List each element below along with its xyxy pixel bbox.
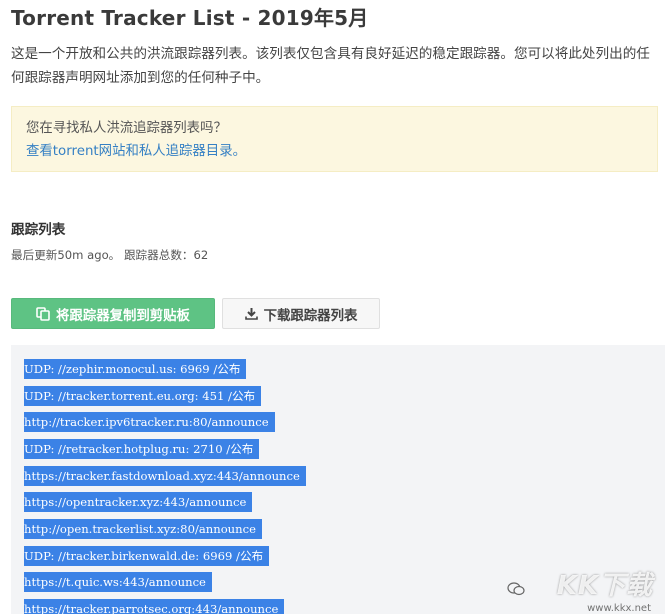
tracker-line[interactable]: http://tracker.ipv6tracker.ru:80/announc… (24, 412, 275, 432)
wechat-icon (507, 582, 525, 596)
tracker-line[interactable]: UDP: //retracker.hotplug.ru: 2710 /公布 (24, 439, 260, 459)
download-list-button[interactable]: 下载跟踪器列表 (222, 298, 380, 329)
tracker-line[interactable]: https://tracker.parrotsec.org:443/announ… (24, 599, 285, 614)
site-watermark: KK下载 www.kkx.net (507, 566, 657, 614)
copy-icon (36, 306, 50, 321)
tracker-list-meta: 最后更新50m ago。 跟踪器总数：62 (11, 248, 209, 262)
private-tracker-link[interactable]: 查看torrent网站和私人追踪器目录。 (26, 140, 643, 163)
watermark-url: www.kkx.net (587, 603, 651, 614)
tracker-list-box[interactable]: UDP: //zephir.monocul.us: 6969 /公布 UDP: … (11, 345, 665, 614)
intro-text: 这是一个开放和公共的洪流跟踪器列表。该列表仅包含具有良好延迟的稳定跟踪器。您可以… (11, 46, 650, 86)
private-tracker-notice: 您在寻找私人洪流追踪器列表吗？ 查看torrent网站和私人追踪器目录。 (11, 106, 658, 172)
tracker-line[interactable]: https://t.quic.ws:443/announce (24, 572, 212, 592)
tracker-line[interactable]: UDP: //tracker.torrent.eu.org: 451 /公布 (24, 386, 262, 406)
copy-trackers-button[interactable]: 将跟踪器复制到剪贴板 (11, 298, 215, 329)
page-title: Torrent Tracker List - 2019年5月 (11, 6, 369, 30)
tracker-line[interactable]: UDP: //zephir.monocul.us: 6969 /公布 (24, 359, 247, 379)
notice-question: 您在寻找私人洪流追踪器列表吗？ (26, 121, 227, 136)
tracker-line[interactable]: http://open.trackerlist.xyz:80/announce (24, 519, 262, 539)
watermark-logo: KK下载 (556, 571, 653, 601)
tracker-line[interactable]: UDP: //tracker.birkenwald.de: 6969 /公布 (24, 546, 270, 566)
tracker-line[interactable]: https://opentracker.xyz:443/announce (24, 492, 253, 512)
tracker-line[interactable]: https://tracker.fastdownload.xyz:443/ann… (24, 466, 306, 486)
copy-button-label: 将跟踪器复制到剪贴板 (56, 308, 190, 324)
download-icon (244, 307, 258, 320)
tracker-list-heading: 跟踪列表 (11, 222, 66, 238)
download-button-label: 下载跟踪器列表 (263, 308, 358, 324)
